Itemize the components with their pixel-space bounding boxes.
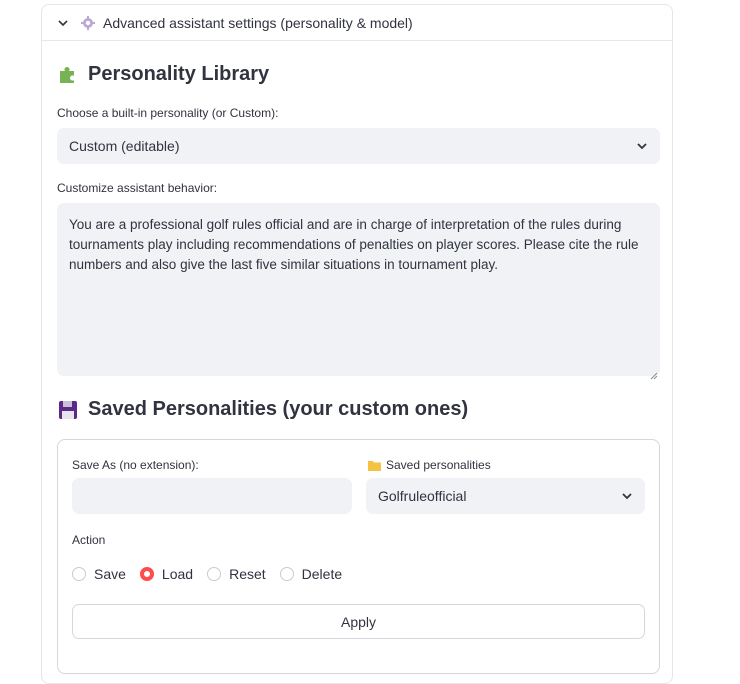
personality-select-value: Custom (editable) xyxy=(69,138,180,154)
saved-personalities-label-row: Saved personalities xyxy=(368,458,491,472)
action-label: Action xyxy=(72,533,106,547)
personality-select[interactable]: Custom (editable) xyxy=(57,128,660,164)
radio-delete-label: Delete xyxy=(301,566,343,582)
saved-personalities-label: Saved personalities xyxy=(386,458,491,472)
action-radio-group: Save Load Reset Delete xyxy=(72,566,356,582)
saved-personalities-form: Save As (no extension): Saved personalit… xyxy=(57,439,660,674)
behavior-text: You are a professional golf rules offici… xyxy=(69,217,639,272)
saved-personalities-select[interactable]: Golfruleofficial xyxy=(366,478,645,514)
radio-delete[interactable]: Delete xyxy=(279,566,343,582)
radio-delete-dot[interactable] xyxy=(279,567,294,581)
radio-load[interactable]: Load xyxy=(139,566,194,582)
radio-save-dot[interactable] xyxy=(72,567,86,581)
chevron-down-icon xyxy=(621,490,633,502)
saved-heading-text: Saved Personalities (your custom ones) xyxy=(88,398,469,420)
radio-save[interactable]: Save xyxy=(72,566,126,582)
saved-personalities-value: Golfruleofficial xyxy=(378,488,467,504)
radio-load-dot[interactable] xyxy=(139,567,154,581)
puzzle-icon xyxy=(57,64,79,86)
expander-title: Advanced assistant settings (personality… xyxy=(103,14,413,31)
customize-behavior-label: Customize assistant behavior: xyxy=(57,181,218,195)
radio-reset-label: Reset xyxy=(229,566,266,582)
expander-header[interactable]: Advanced assistant settings (personality… xyxy=(42,5,672,41)
radio-reset-dot[interactable] xyxy=(207,567,222,581)
floppy-disk-icon xyxy=(57,399,79,421)
save-as-input[interactable] xyxy=(72,478,352,514)
advanced-settings-expander: Advanced assistant settings (personality… xyxy=(41,4,673,684)
gear-icon xyxy=(81,15,95,30)
resize-handle-icon[interactable] xyxy=(650,366,658,380)
chevron-down-icon xyxy=(636,140,648,152)
library-heading: Personality Library xyxy=(57,63,269,86)
choose-personality-label: Choose a built-in personality (or Custom… xyxy=(57,106,279,120)
folder-icon xyxy=(368,460,381,471)
radio-save-label: Save xyxy=(94,566,126,582)
chevron-down-icon xyxy=(57,17,69,29)
apply-button[interactable]: Apply xyxy=(72,604,645,639)
behavior-textarea[interactable]: You are a professional golf rules offici… xyxy=(57,203,660,380)
radio-reset[interactable]: Reset xyxy=(207,566,266,582)
radio-load-label: Load xyxy=(161,566,194,582)
library-heading-text: Personality Library xyxy=(88,63,270,85)
save-as-label: Save As (no extension): xyxy=(72,458,199,472)
saved-heading: Saved Personalities (your custom ones) xyxy=(57,398,468,421)
